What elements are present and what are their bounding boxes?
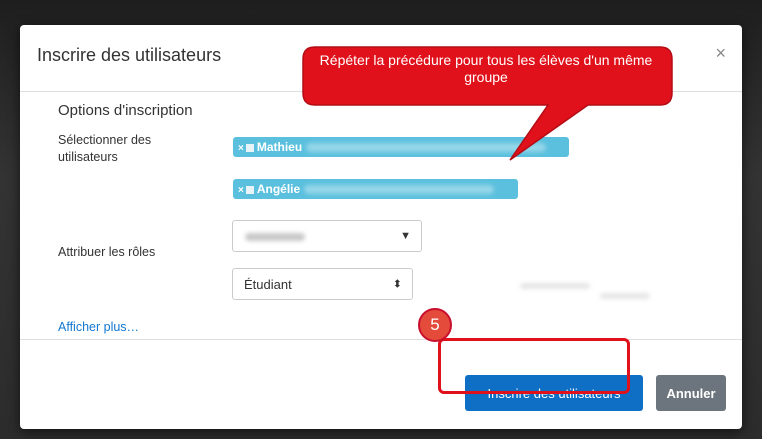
callout-text: Répéter la précédure pour tous les élève… xyxy=(319,52,653,85)
